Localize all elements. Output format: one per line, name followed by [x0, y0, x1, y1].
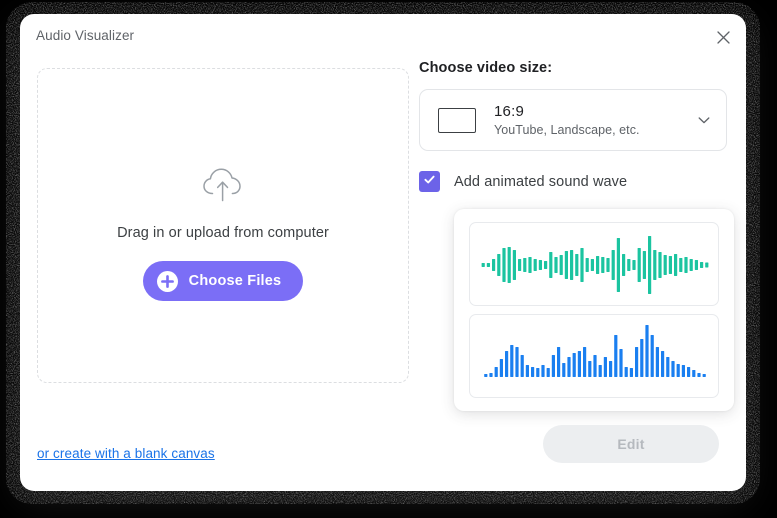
chevron-down-icon[interactable] [696, 112, 712, 128]
sound-wave-option-1[interactable] [469, 314, 719, 398]
choose-files-button[interactable]: Choose Files [142, 261, 304, 301]
close-icon[interactable] [710, 24, 736, 50]
add-sound-wave-label: Add animated sound wave [454, 173, 628, 190]
video-size-label: Choose video size: [419, 60, 553, 76]
settings-column: Choose video size: 16:9 YouTube, Landsca… [419, 60, 729, 192]
file-dropzone[interactable]: Drag in or upload from computer Choose F… [37, 68, 409, 383]
audio-visualizer-dialog: Audio Visualizer Drag in or upload from … [20, 14, 746, 491]
dropzone-hint: Drag in or upload from computer [117, 225, 329, 241]
sound-wave-options-panel [454, 209, 734, 411]
check-icon [423, 173, 436, 191]
sound-wave-option-0[interactable] [469, 222, 719, 306]
cloud-upload-icon [200, 165, 246, 205]
aspect-ratio-rectangle-icon [438, 107, 476, 133]
video-size-texts: 16:9 YouTube, Landscape, etc. [494, 102, 640, 137]
blank-canvas-link[interactable]: or create with a blank canvas [37, 446, 215, 461]
dropzone-content: Drag in or upload from computer Choose F… [38, 165, 408, 301]
video-size-value: 16:9 [494, 103, 524, 121]
edit-button[interactable]: Edit [543, 425, 719, 463]
video-size-select[interactable]: 16:9 YouTube, Landscape, etc. [419, 89, 727, 151]
dialog-titlebar: Audio Visualizer [20, 14, 746, 61]
add-sound-wave-checkbox[interactable] [419, 171, 440, 192]
window-title: Audio Visualizer [36, 28, 135, 43]
video-size-description: YouTube, Landscape, etc. [494, 122, 640, 137]
screen: Audio Visualizer Drag in or upload from … [0, 0, 777, 518]
add-sound-wave-checkbox-row[interactable]: Add animated sound wave [419, 171, 729, 192]
plus-circle-icon [156, 270, 178, 292]
choose-files-label: Choose Files [188, 273, 282, 289]
